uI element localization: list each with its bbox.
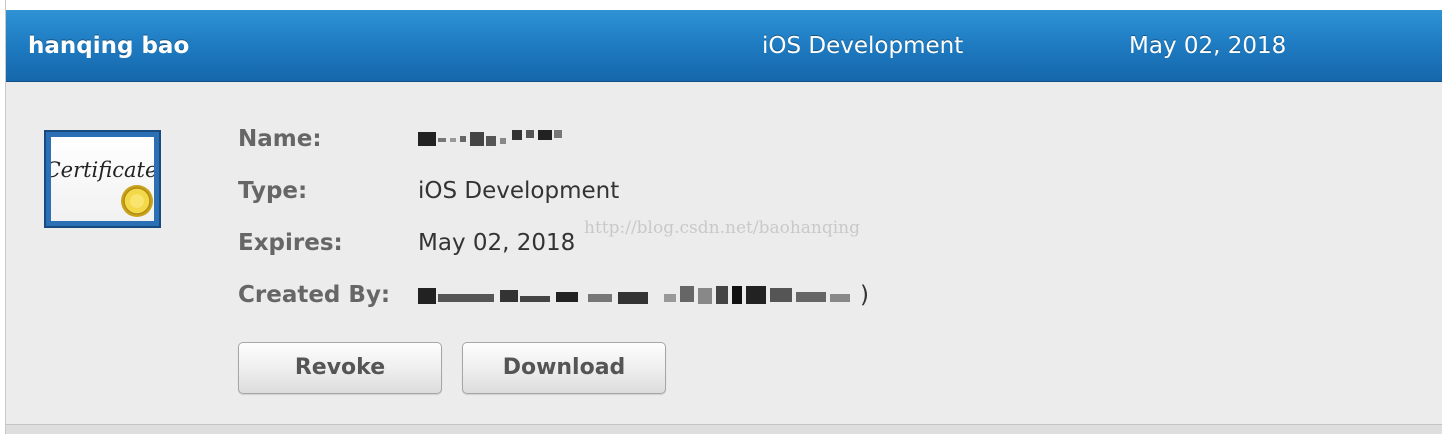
- created-by-redacted: [418, 286, 878, 304]
- certificate-icon: Certificate: [44, 130, 161, 228]
- type-value: iOS Development: [418, 178, 620, 204]
- type-label: Type:: [238, 178, 308, 204]
- gold-seal-icon: [121, 185, 153, 217]
- certificate-panel: hanqing bao iOS Development May 02, 2018…: [5, 0, 1442, 434]
- header-certificate-type: iOS Development: [762, 33, 964, 59]
- created-by-suffix: ): [860, 282, 869, 308]
- panel-bottom-border: [6, 424, 1442, 434]
- download-button[interactable]: Download: [462, 342, 666, 394]
- top-strip: [6, 0, 1442, 10]
- watermark-text: http://blog.csdn.net/baohanqing: [584, 218, 861, 238]
- revoke-button[interactable]: Revoke: [238, 342, 442, 394]
- expires-value: May 02, 2018: [418, 230, 576, 256]
- header-owner-name: hanqing bao: [28, 33, 190, 59]
- created-by-label: Created By:: [238, 282, 391, 308]
- certificate-icon-text: Certificate: [51, 158, 154, 182]
- header-expiration-date: May 02, 2018: [1129, 33, 1287, 59]
- name-label: Name:: [238, 126, 322, 152]
- certificate-header-bar[interactable]: hanqing bao iOS Development May 02, 2018: [6, 10, 1442, 82]
- certificate-paper: Certificate: [51, 137, 154, 221]
- expires-label: Expires:: [238, 230, 343, 256]
